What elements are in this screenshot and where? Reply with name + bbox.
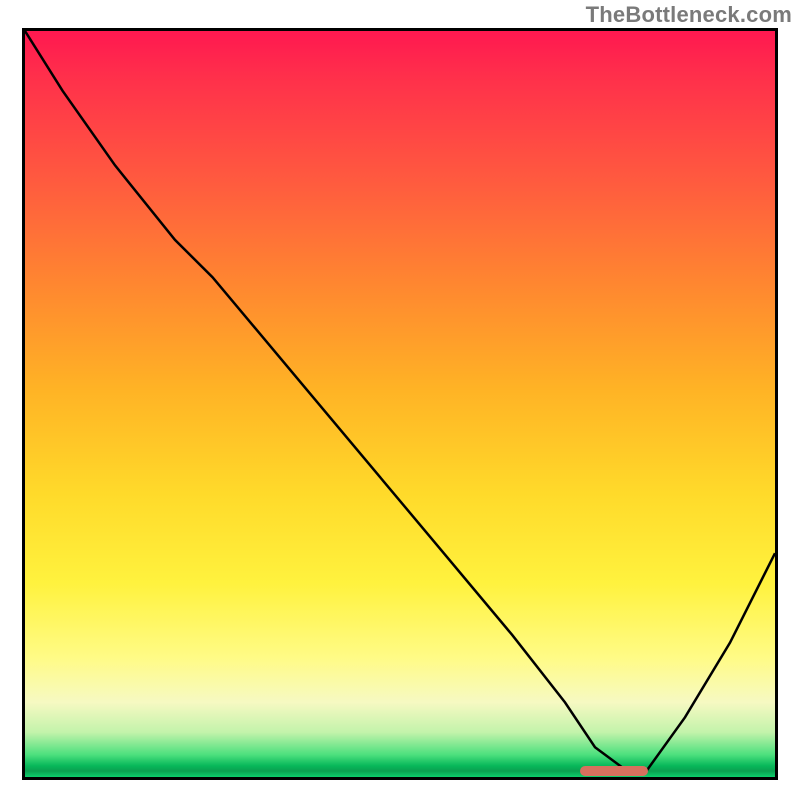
bottleneck-curve — [25, 31, 775, 770]
page-root: TheBottleneck.com — [0, 0, 800, 800]
watermark-text: TheBottleneck.com — [586, 2, 792, 28]
optimal-range-marker — [580, 766, 648, 776]
chart-frame — [22, 28, 778, 780]
chart-svg — [25, 31, 775, 777]
